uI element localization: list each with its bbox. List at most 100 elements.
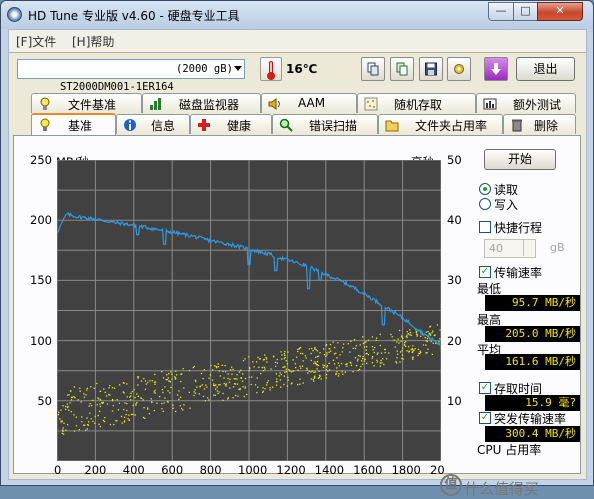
tab-erase[interactable]: 删除 — [503, 114, 576, 134]
access-time-point — [128, 415, 129, 416]
access-time-point — [136, 393, 137, 394]
avg-readout: 161.6 MB/秒 — [485, 354, 580, 370]
access-time-point — [65, 406, 66, 407]
access-time-point — [85, 430, 86, 431]
spinner-down-icon[interactable] — [523, 248, 535, 256]
tab-error-scan[interactable]: 错误扫描 — [272, 114, 378, 134]
access-time-point — [425, 352, 426, 353]
access-time-point — [364, 342, 365, 343]
access-time-point — [224, 383, 225, 384]
access-time-point — [418, 355, 419, 356]
access-time-point — [83, 393, 84, 394]
x-tick: 1600 — [353, 463, 382, 477]
menu-bar: [F]文件 [H]帮助 — [9, 30, 586, 52]
tab-aam[interactable]: AAM — [261, 93, 357, 113]
access-time-point — [130, 399, 131, 400]
close-button[interactable]: ✕ — [537, 2, 583, 21]
access-time-point — [208, 399, 209, 400]
access-time-point — [167, 390, 168, 391]
access-time-point — [135, 414, 136, 415]
drive-select[interactable]: ST2000DM001-1ER164 (2000 gB) — [17, 59, 245, 79]
access-time-point — [227, 398, 228, 399]
access-time-point — [372, 336, 373, 337]
maximize-button[interactable]: □ — [513, 2, 538, 21]
tab-health[interactable]: 健康 — [190, 114, 272, 134]
access-time-point — [286, 371, 287, 372]
short-stroke-checkbox[interactable] — [479, 221, 491, 233]
write-radio[interactable] — [479, 198, 491, 210]
exit-button[interactable]: 退出 — [516, 57, 575, 81]
access-time-point — [100, 399, 101, 400]
access-time-point — [256, 361, 257, 362]
access-time-point — [284, 366, 285, 367]
access-time-readout: 15.9 毫? — [485, 395, 580, 411]
read-radio[interactable] — [479, 183, 491, 195]
trash-icon — [510, 118, 524, 132]
start-button[interactable]: 开始 — [484, 149, 556, 170]
tab-info[interactable]: 信息 — [116, 114, 190, 134]
tab-file-benchmark[interactable]: 文件基准 — [31, 93, 142, 113]
spinner-up-icon[interactable] — [523, 240, 535, 248]
access-time-point — [106, 395, 107, 396]
access-time-point — [291, 371, 292, 372]
menu-help[interactable]: [H]帮助 — [72, 33, 114, 50]
access-time-point — [427, 349, 428, 350]
thermometer-icon — [260, 57, 282, 81]
access-time-point — [100, 391, 101, 392]
y-tick-left: 150 — [9, 273, 52, 287]
access-time-point — [208, 378, 209, 379]
access-time-point — [92, 421, 93, 422]
access-time-point — [293, 359, 294, 360]
access-time-checkbox[interactable]: ✓ — [479, 382, 491, 394]
access-time-point — [87, 388, 88, 389]
access-time-point — [213, 385, 214, 386]
save-button[interactable] — [419, 57, 443, 81]
tab-disk-monitor[interactable]: 磁盘监视器 — [142, 93, 261, 113]
access-time-point — [152, 380, 153, 381]
options-button[interactable] — [447, 57, 471, 81]
access-time-point — [262, 387, 263, 388]
access-time-point — [326, 366, 327, 367]
access-time-point — [220, 375, 221, 376]
access-time-point — [398, 342, 399, 343]
y-tick-right: 10 — [447, 394, 462, 408]
download-button[interactable] — [484, 57, 508, 81]
access-time-point — [380, 362, 381, 363]
x-tick: 1800 — [392, 463, 421, 477]
access-time-point — [137, 377, 138, 378]
copy-info-button[interactable] — [361, 57, 385, 81]
access-time-point — [90, 386, 91, 387]
access-time-point — [364, 346, 365, 347]
access-time-point — [204, 369, 205, 370]
x-tick: 0 — [54, 463, 61, 477]
title-bar[interactable]: HD Tune 专业版 v4.60 - 硬盘专业工具 — □ ✕ — [1, 1, 593, 29]
tab-benchmark[interactable]: 基准 — [31, 113, 116, 135]
minimize-button[interactable]: — — [488, 2, 514, 21]
access-time-point — [143, 417, 144, 418]
x-tick: 20 — [430, 463, 445, 477]
copy-all-button[interactable] — [390, 57, 414, 81]
transfer-rate-checkbox[interactable]: ✓ — [479, 266, 491, 278]
tab-random-access[interactable]: 随机存取 — [357, 93, 476, 113]
short-stroke-spinner[interactable]: 40 — [484, 239, 536, 258]
access-time-point — [151, 398, 152, 399]
access-time-point — [112, 387, 113, 388]
access-time-point — [129, 420, 130, 421]
access-time-point — [383, 364, 384, 365]
access-time-point — [315, 371, 316, 372]
access-time-point — [280, 379, 281, 380]
access-time-point — [430, 334, 431, 335]
access-time-point — [336, 357, 337, 358]
burst-rate-checkbox[interactable]: ✓ — [479, 412, 491, 424]
tab-extra-tests[interactable]: 额外测试 — [476, 93, 576, 113]
access-time-point — [433, 343, 434, 344]
access-time-point — [103, 402, 104, 403]
tab-label: 随机存取 — [394, 96, 442, 113]
access-time-point — [107, 403, 108, 404]
access-time-point — [175, 378, 176, 379]
access-time-point — [363, 356, 364, 357]
access-time-point — [318, 371, 319, 372]
tab-label: 磁盘监视器 — [179, 96, 239, 113]
tab-folder-usage[interactable]: 文件夹占用率 — [378, 114, 503, 134]
menu-file[interactable]: [F]文件 — [16, 33, 56, 50]
